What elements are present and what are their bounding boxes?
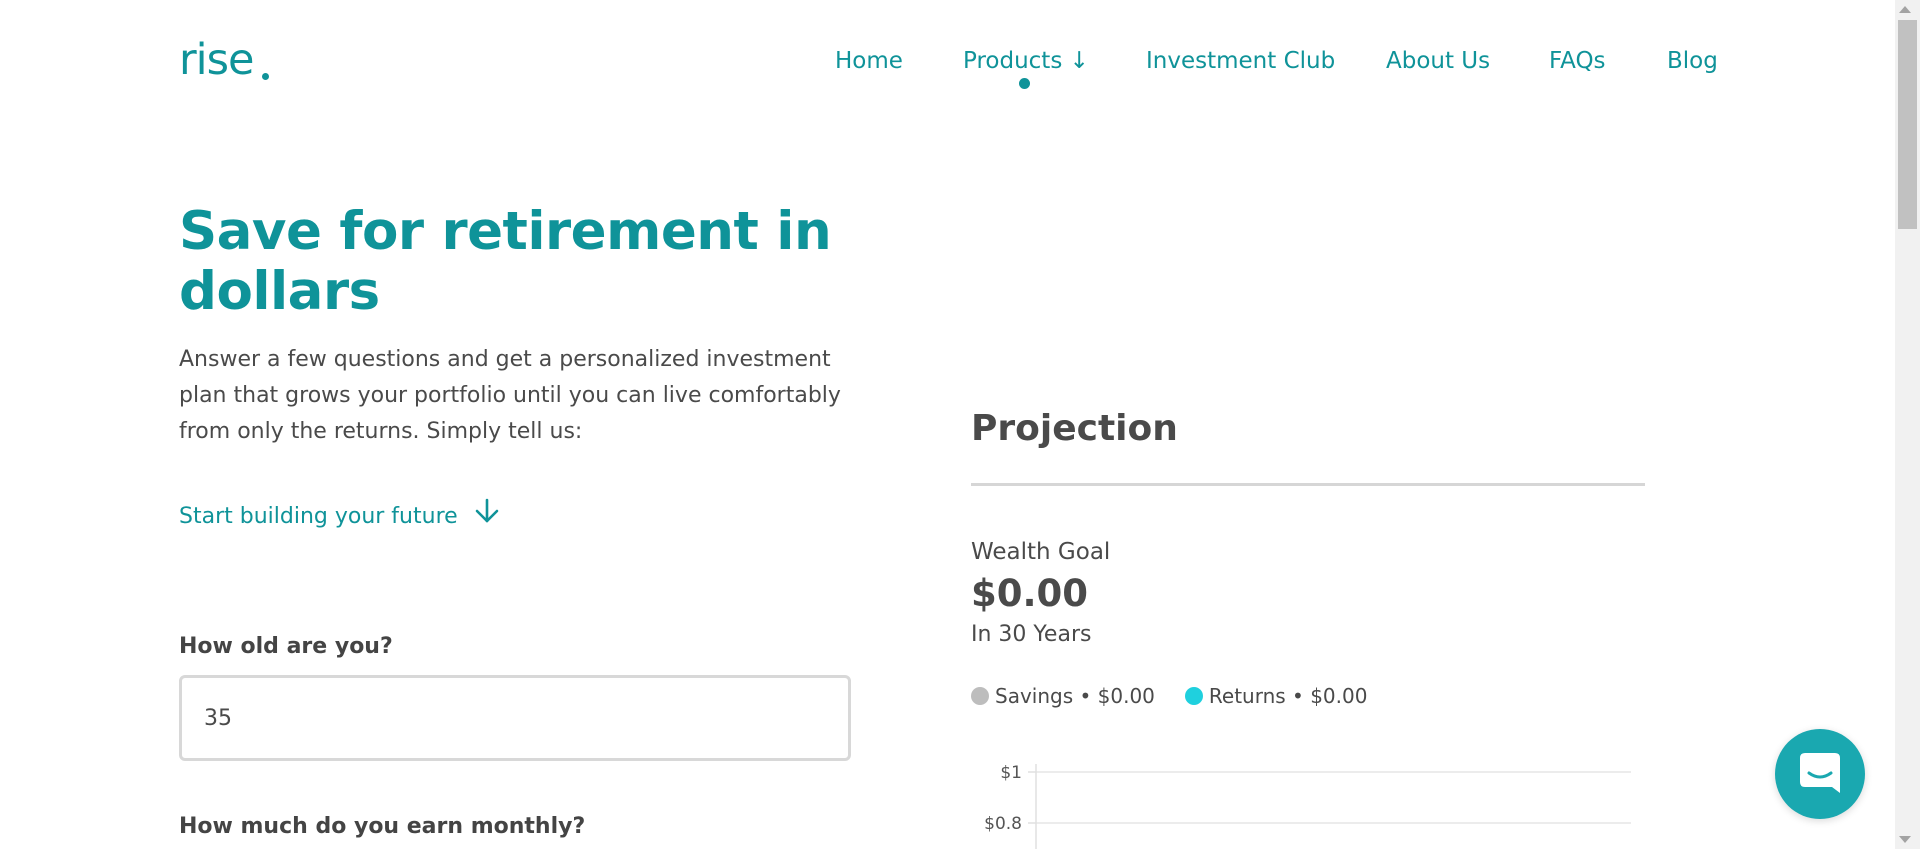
nav-item-blog[interactable]: Blog <box>1667 46 1718 76</box>
wealth-goal-horizon: In 30 Years <box>971 622 1092 647</box>
nav-item-investment-club[interactable]: Investment Club <box>1146 46 1335 76</box>
legend-returns: Returns • $0.00 <box>1184 684 1368 708</box>
legend-savings: Savings • $0.00 <box>971 684 1155 708</box>
wealth-goal-value: $0.00 <box>971 572 1089 615</box>
returns-swatch <box>1184 687 1203 705</box>
arrow-down-icon <box>474 498 500 535</box>
returns-legend-label: Returns • $0.00 <box>1208 684 1368 708</box>
scroll-up-arrow[interactable] <box>1899 6 1911 13</box>
projection-divider <box>971 483 1645 486</box>
chat-bubble-icon <box>1800 753 1840 793</box>
age-input[interactable] <box>179 675 851 761</box>
page: rise Home Products ↓ Investment Club Abo… <box>0 0 1920 849</box>
nav-item-home[interactable]: Home <box>835 46 903 76</box>
nav-item-products[interactable]: Products ↓ <box>963 46 1089 76</box>
nav-item-about-us[interactable]: About Us <box>1386 46 1490 76</box>
wealth-goal-label: Wealth Goal <box>971 539 1111 565</box>
chart-y-tick-label: $0.8 <box>984 814 1022 834</box>
start-building-link[interactable]: Start building your future <box>179 498 500 535</box>
chart-y-tick-label: $1 <box>1000 763 1022 783</box>
chat-button[interactable] <box>1775 729 1865 819</box>
savings-legend-label: Savings • $0.00 <box>995 684 1155 708</box>
age-question-label: How old are you? <box>179 634 393 659</box>
chart-legend: Savings • $0.00 Returns • $0.00 <box>971 684 1367 708</box>
savings-swatch <box>971 687 989 705</box>
hero-description: Answer a few questions and get a persona… <box>179 347 841 444</box>
rise-logo[interactable]: rise <box>179 36 254 84</box>
start-building-label: Start building your future <box>179 503 458 529</box>
projection-chart-svg: $1 $0.8 <box>984 763 1631 849</box>
projection-title: Projection <box>971 408 1178 449</box>
earnings-question-label: How much do you earn monthly? <box>179 814 586 839</box>
page-title: Save for retirement in dollars <box>179 201 832 322</box>
nav-item-faqs[interactable]: FAQs <box>1549 46 1606 76</box>
scrollbar-thumb[interactable] <box>1898 20 1917 229</box>
projection-chart: $1 $0.8 <box>971 750 1651 849</box>
scroll-down-arrow[interactable] <box>1899 836 1911 843</box>
logo-dot <box>262 73 269 80</box>
nav-active-indicator <box>1019 78 1030 89</box>
